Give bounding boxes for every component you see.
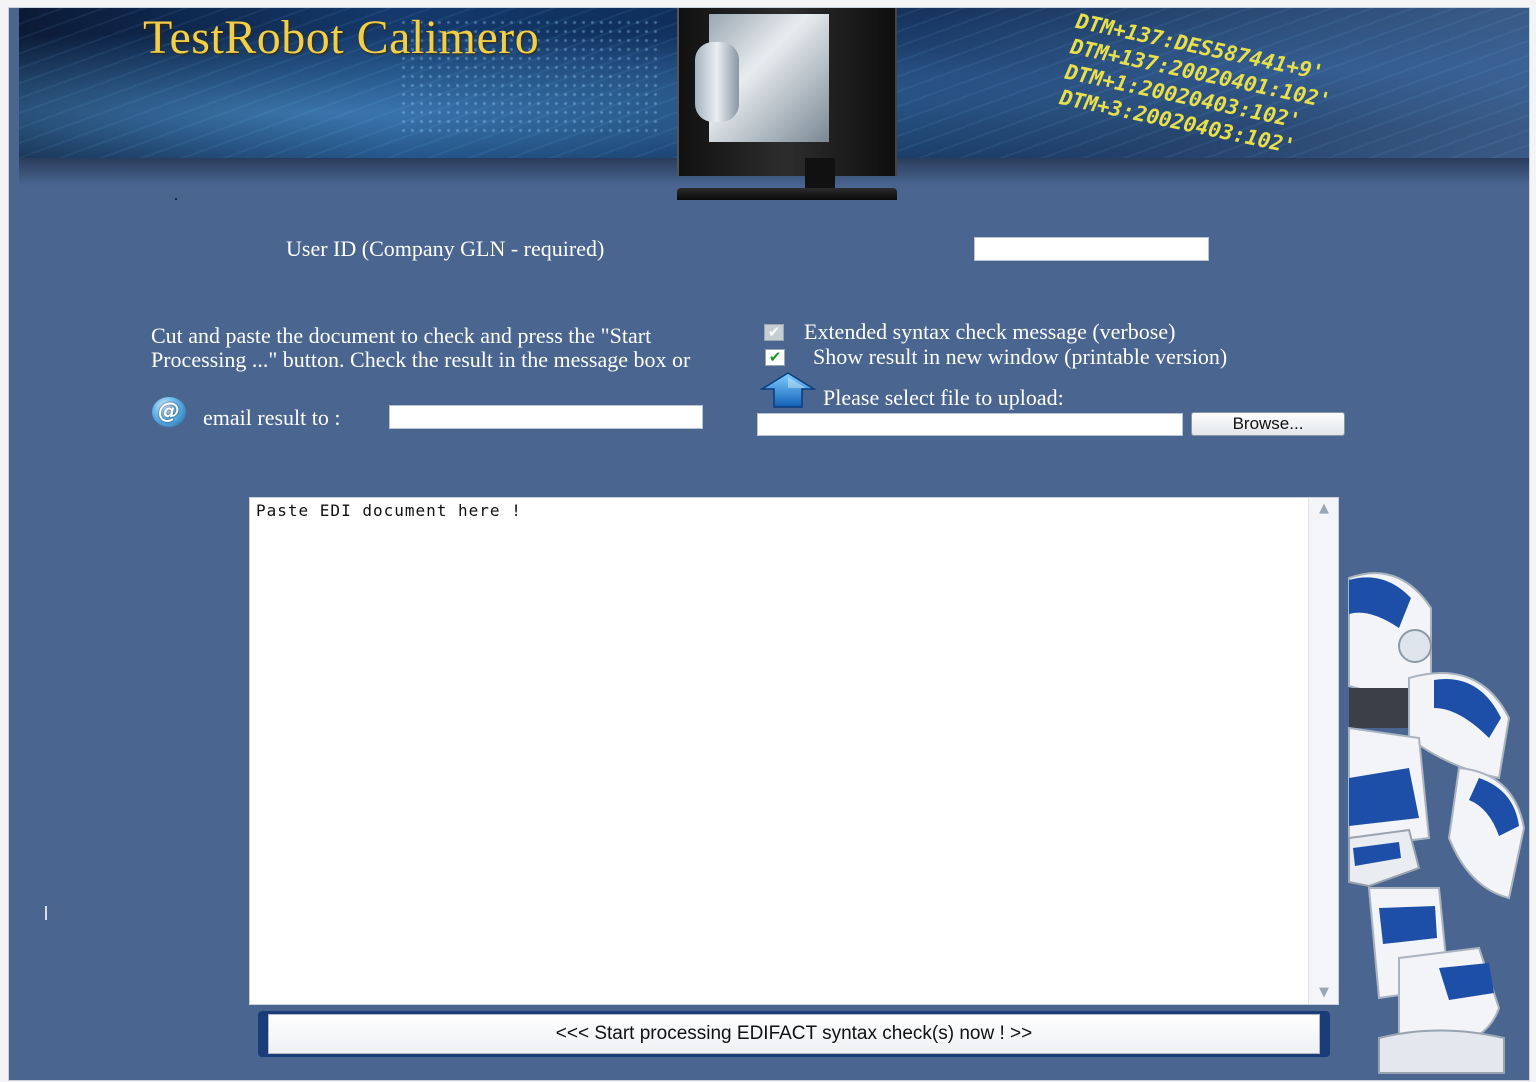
upload-arrow-icon (760, 372, 816, 408)
verbose-checkbox[interactable]: ✔ (764, 324, 784, 341)
app-title: TestRobot Calimero (143, 11, 540, 64)
new-window-checkbox[interactable]: ✔ (765, 349, 785, 366)
browse-button[interactable]: Browse... (1191, 412, 1345, 436)
email-at-icon: @ (152, 397, 186, 427)
start-button-frame: <<< Start processing EDIFACT syntax chec… (258, 1011, 1330, 1057)
stray-dot (175, 198, 177, 200)
instructions-text: Cut and paste the document to check and … (151, 323, 691, 372)
scroll-up-icon[interactable]: ▲ (1309, 498, 1339, 520)
user-id-label: User ID (Company GLN - required) (286, 236, 605, 261)
new-window-label: Show result in new window (printable ver… (813, 344, 1228, 369)
start-processing-button[interactable]: <<< Start processing EDIFACT syntax chec… (268, 1014, 1320, 1054)
scroll-down-icon[interactable]: ▼ (1309, 982, 1339, 1004)
user-id-input[interactable] (974, 237, 1209, 261)
edi-document-textarea[interactable]: Paste EDI document here ! ▲ ▼ (249, 497, 1339, 1005)
file-path-input[interactable] (757, 413, 1183, 436)
monitor-foot (677, 188, 897, 200)
edi-placeholder-text: Paste EDI document here ! (256, 501, 522, 520)
page-frame: TestRobot Calimero DTM+137:DES587441+9' D… (8, 7, 1530, 1081)
robot-illustration (1348, 572, 1526, 1074)
email-input[interactable] (389, 405, 703, 429)
upload-label: Please select file to upload: (823, 385, 1064, 410)
textarea-scrollbar[interactable]: ▲ ▼ (1308, 498, 1338, 1004)
stray-mark (45, 906, 47, 920)
verbose-label: Extended syntax check message (verbose) (804, 319, 1176, 344)
email-label: email result to : (203, 405, 341, 430)
monitor-image (677, 8, 897, 176)
phone-image (695, 42, 739, 122)
